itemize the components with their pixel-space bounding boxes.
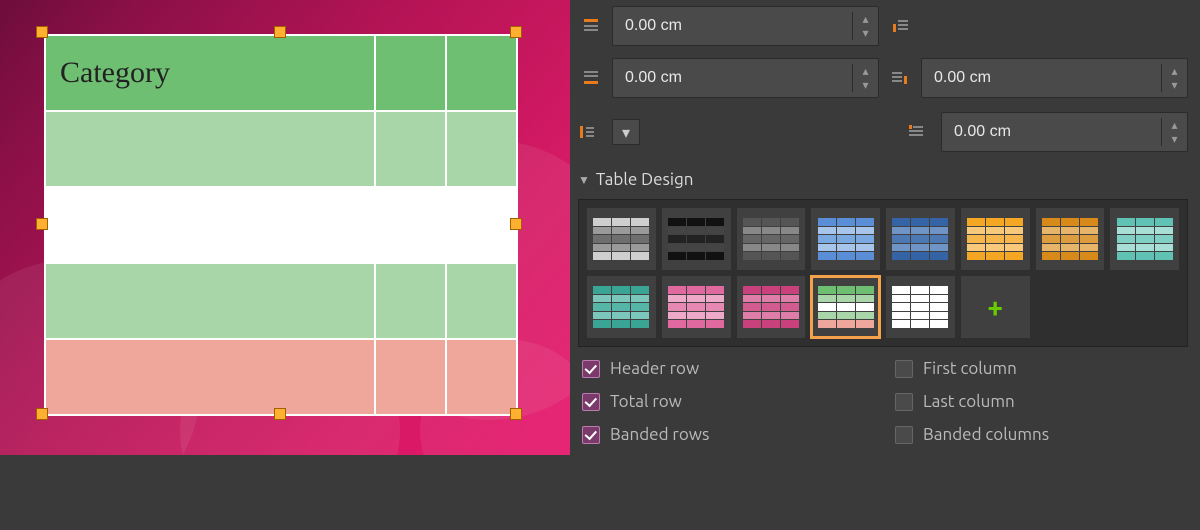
checkbox-icon: [895, 426, 913, 444]
checkbox-icon: [895, 360, 913, 378]
style-green[interactable]: [811, 276, 880, 338]
slide-canvas[interactable]: Category: [0, 0, 570, 455]
selection-handle[interactable]: [274, 26, 286, 38]
total-row-checkbox[interactable]: Total row: [582, 392, 875, 411]
add-style-button[interactable]: +: [961, 276, 1030, 338]
table-cell[interactable]: [446, 111, 517, 187]
first-column-checkbox[interactable]: First column: [895, 359, 1188, 378]
first-line-indent-input[interactable]: [942, 123, 1161, 141]
checkbox-label: Banded rows: [610, 425, 709, 444]
line-spacing-dropdown[interactable]: ▾: [612, 119, 640, 145]
first-line-indent-field[interactable]: ▴▾: [941, 112, 1188, 152]
table-cell[interactable]: [45, 263, 375, 339]
first-line-indent-icon: [907, 123, 933, 141]
decrease-button[interactable]: ▾: [1162, 132, 1187, 146]
table-cell[interactable]: [446, 35, 517, 111]
style-navy[interactable]: [886, 208, 955, 270]
checkbox-label: Last column: [923, 392, 1015, 411]
banded-columns-checkbox[interactable]: Banded columns: [895, 425, 1188, 444]
banded-rows-checkbox[interactable]: Banded rows: [582, 425, 875, 444]
workspace-area: [0, 455, 570, 530]
style-amber[interactable]: [1036, 208, 1105, 270]
style-black[interactable]: [662, 208, 731, 270]
table-cell[interactable]: [446, 339, 517, 415]
table-cell[interactable]: [446, 263, 517, 339]
checkbox-label: Total row: [610, 392, 682, 411]
selection-handle[interactable]: [510, 218, 522, 230]
selection-handle[interactable]: [274, 408, 286, 420]
checkbox-icon: [582, 393, 600, 411]
decrease-button[interactable]: ▾: [853, 26, 878, 40]
selection-handle[interactable]: [36, 26, 48, 38]
table-cell[interactable]: [375, 111, 446, 187]
space-below-icon: [578, 58, 604, 98]
style-pink[interactable]: [662, 276, 731, 338]
table-style-gallery: +: [578, 199, 1188, 347]
style-dark-grey[interactable]: [737, 208, 806, 270]
collapse-triangle-icon: ▼: [578, 173, 590, 187]
space-above-field[interactable]: ▴▾: [612, 6, 879, 46]
header-row-checkbox[interactable]: Header row: [582, 359, 875, 378]
table-cell[interactable]: [45, 339, 375, 415]
selection-handle[interactable]: [36, 408, 48, 420]
decrease-button[interactable]: ▾: [853, 78, 878, 92]
checkbox-icon: [895, 393, 913, 411]
indent-right-field[interactable]: ▴▾: [921, 58, 1188, 98]
table-cell[interactable]: [375, 35, 446, 111]
table-design-section-header[interactable]: ▼ Table Design: [578, 170, 1188, 189]
style-default-grey[interactable]: [587, 208, 656, 270]
table-cell[interactable]: [45, 187, 375, 263]
last-column-checkbox[interactable]: Last column: [895, 392, 1188, 411]
line-spacing-icon: [578, 123, 604, 141]
checkbox-icon: [582, 426, 600, 444]
checkbox-icon: [582, 360, 600, 378]
style-orange[interactable]: [961, 208, 1030, 270]
style-teal[interactable]: [1110, 208, 1179, 270]
indent-right-input[interactable]: [922, 69, 1161, 87]
space-above-input[interactable]: [613, 17, 852, 35]
table-cell[interactable]: [375, 339, 446, 415]
checkbox-label: First column: [923, 359, 1017, 378]
selection-handle[interactable]: [36, 218, 48, 230]
checkbox-label: Banded columns: [923, 425, 1049, 444]
style-white-outline[interactable]: [886, 276, 955, 338]
table-cell[interactable]: [446, 187, 517, 263]
section-title: Table Design: [596, 170, 694, 189]
table-cell[interactable]: Category: [45, 35, 375, 111]
table-cell[interactable]: [45, 111, 375, 187]
increase-button[interactable]: ▴: [853, 64, 878, 78]
increase-button[interactable]: ▴: [1162, 64, 1187, 78]
indent-left-icon: [887, 6, 913, 46]
space-below-field[interactable]: ▴▾: [612, 58, 879, 98]
properties-sidebar: ▴▾ ▴▾ ▴▾ ▾: [570, 0, 1200, 530]
table-cell[interactable]: [375, 263, 446, 339]
increase-button[interactable]: ▴: [1162, 118, 1187, 132]
decrease-button[interactable]: ▾: [1162, 78, 1187, 92]
inserted-table[interactable]: Category: [44, 34, 518, 416]
style-magenta[interactable]: [737, 276, 806, 338]
selection-handle[interactable]: [510, 408, 522, 420]
table-cell[interactable]: [375, 187, 446, 263]
checkbox-label: Header row: [610, 359, 699, 378]
space-above-icon: [578, 6, 604, 46]
style-sea-green[interactable]: [587, 276, 656, 338]
style-blue[interactable]: [811, 208, 880, 270]
selection-handle[interactable]: [510, 26, 522, 38]
space-below-input[interactable]: [613, 69, 852, 87]
increase-button[interactable]: ▴: [853, 12, 878, 26]
indent-right-icon: [887, 58, 913, 98]
